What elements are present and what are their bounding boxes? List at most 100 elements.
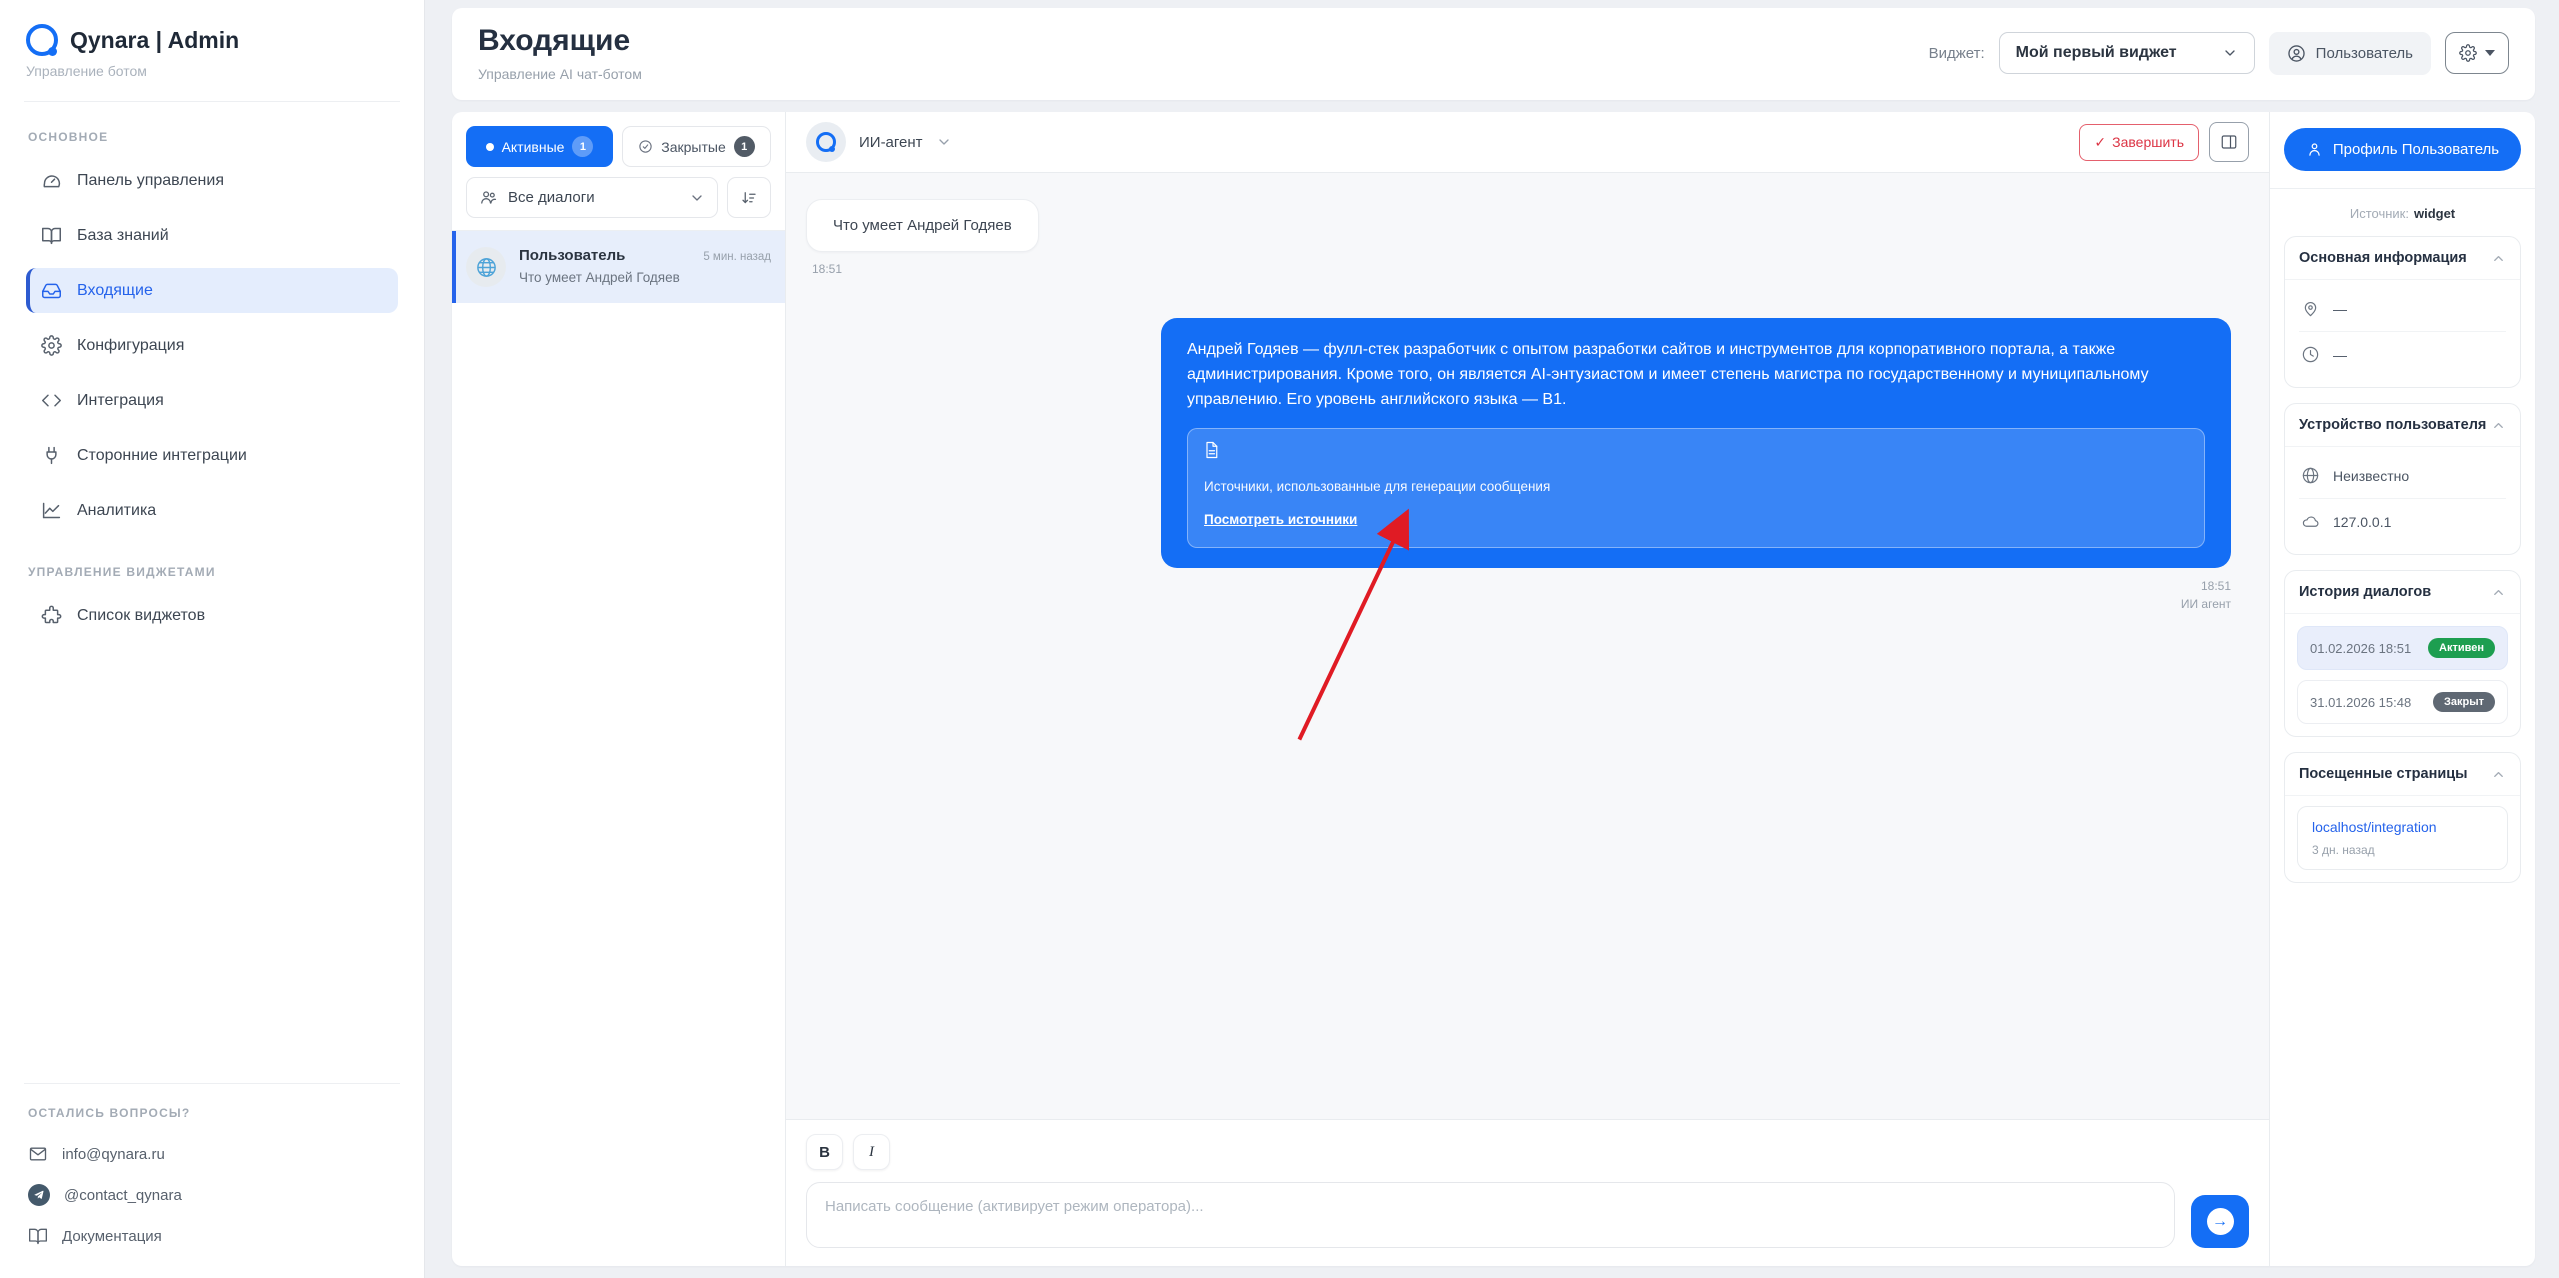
sidebar-item-knowledge-base[interactable]: База знаний: [26, 213, 398, 258]
source-value: widget: [2413, 206, 2456, 221]
sidebar-item-label: Конфигурация: [77, 336, 185, 354]
ai-message-meta: 18:51 ИИ агент: [2181, 577, 2231, 613]
page-header-left: Входящие Управление AI чат-ботом: [478, 24, 642, 82]
divider: [2270, 188, 2535, 189]
card-title: История диалогов: [2299, 584, 2432, 600]
widget-select-label: Виджет:: [1928, 44, 1985, 62]
dialog-history-card: История диалогов 01.02.2026 18:51 Активе…: [2284, 570, 2521, 737]
page-header: Входящие Управление AI чат-ботом Виджет:…: [452, 8, 2535, 100]
chevron-up-icon[interactable]: [2491, 418, 2506, 433]
history-entry[interactable]: 31.01.2026 15:48 Закрыт: [2297, 680, 2508, 724]
send-button[interactable]: →: [2191, 1195, 2249, 1248]
chat-messages-area: Что умеет Андрей Годяев 18:51 Андрей Год…: [786, 173, 2269, 1119]
chevron-up-icon[interactable]: [2491, 251, 2506, 266]
conversation-preview: Что умеет Андрей Годяев: [519, 270, 680, 285]
sort-button[interactable]: [727, 177, 771, 218]
chevron-up-icon[interactable]: [2491, 585, 2506, 600]
sidebar: Qynara | Admin Управление ботом ОСНОВНОЕ…: [0, 0, 425, 1278]
cloud-icon: [2302, 516, 2319, 527]
check-icon: ✓: [2094, 133, 2107, 150]
conversation-list-item[interactable]: Пользователь 5 мин. назад Что умеет Андр…: [452, 231, 785, 303]
inbox-icon: [42, 283, 61, 299]
footer-item-email[interactable]: info@qynara.ru: [26, 1134, 398, 1174]
composer-input-row: →: [806, 1182, 2249, 1248]
visited-page-time: 3 дн. назад: [2312, 843, 2375, 857]
qynara-logo-icon: [816, 132, 836, 152]
sidebar-item-dashboard[interactable]: Панель управления: [26, 158, 398, 203]
count-badge: 1: [572, 136, 594, 157]
telegram-icon: [28, 1184, 50, 1206]
sidebar-section-widgets: УПРАВЛЕНИЕ ВИДЖЕТАМИ: [28, 565, 216, 579]
sidebar-footer: ОСТАЛИСЬ ВОПРОСЫ? info@qynara.ru @contac…: [24, 1061, 400, 1256]
message-input[interactable]: [806, 1182, 2175, 1248]
sources-label: Источники, использованные для генерации …: [1204, 479, 1551, 495]
tab-label: Активные: [501, 138, 565, 155]
person-icon: [2309, 143, 2320, 156]
source-label: Источник:: [2349, 206, 2409, 221]
message-composer: B I →: [786, 1119, 2269, 1266]
book-open-icon: [42, 227, 61, 245]
sidebar-item-third-party-integrations[interactable]: Сторонние интеграции: [26, 433, 398, 478]
agent-selector[interactable]: ИИ-агент: [806, 122, 952, 162]
time-value: —: [2333, 346, 2347, 363]
view-sources-link[interactable]: Посмотреть источники: [1204, 512, 1357, 527]
card-title: Посещенные страницы: [2299, 766, 2468, 782]
conversation-time: 5 мин. назад: [703, 251, 771, 263]
code-icon: [42, 394, 61, 407]
tab-closed-conversations[interactable]: Закрытые 1: [622, 126, 771, 167]
divider: [24, 101, 400, 102]
user-profile-panel: Профиль Пользователь Источник: widget Осн…: [2269, 112, 2535, 1266]
footer-item-telegram[interactable]: @contact_qynara: [26, 1174, 398, 1216]
page-subtitle: Управление AI чат-ботом: [478, 66, 642, 82]
sidebar-item-label: Входящие: [77, 281, 153, 299]
page-title: Входящие: [478, 24, 631, 57]
sidebar-item-label: Список виджетов: [77, 606, 206, 624]
user-message-bubble: Что умеет Андрей Годяев: [806, 199, 1039, 252]
conversation-item-body: Пользователь 5 мин. назад Что умеет Андр…: [519, 247, 771, 287]
sidebar-item-label: Сторонние интеграции: [77, 446, 247, 464]
sidebar-item-inbox[interactable]: Входящие: [26, 268, 398, 313]
visited-page-item[interactable]: localhost/integration 3 дн. назад: [2297, 806, 2508, 870]
browser-row: Неизвестно: [2299, 453, 2506, 498]
profile-user-button[interactable]: Профиль Пользователь: [2284, 128, 2521, 171]
history-date: 01.02.2026 18:51: [2310, 640, 2412, 656]
chat-panel: ИИ-агент ✓ Завершить Что умеет Андрей Го…: [786, 112, 2269, 1266]
history-entry[interactable]: 01.02.2026 18:51 Активен: [2297, 626, 2508, 670]
footer-item-documentation[interactable]: Документация: [26, 1216, 398, 1256]
footer-item-label: info@qynara.ru: [62, 1145, 165, 1163]
ip-row: 127.0.0.1: [2299, 498, 2506, 544]
card-title: Основная информация: [2299, 250, 2467, 266]
visited-pages-card: Посещенные страницы localhost/integratio…: [2284, 752, 2521, 883]
visited-page-link[interactable]: localhost/integration: [2312, 819, 2493, 835]
tab-active-conversations[interactable]: Активные 1: [466, 126, 613, 167]
plug-icon: [46, 446, 57, 465]
page-header-right: Виджет: Мой первый виджет Пользователь: [1928, 31, 2509, 75]
location-value: —: [2333, 300, 2347, 317]
toggle-side-panel-button[interactable]: [2209, 122, 2249, 162]
status-badge-closed: Закрыт: [2432, 692, 2495, 712]
settings-menu-button[interactable]: [2445, 32, 2509, 74]
brand-subtitle: Управление ботом: [26, 63, 147, 79]
agent-name: ИИ-агент: [859, 133, 923, 151]
divider: [24, 1083, 400, 1084]
user-menu-button[interactable]: Пользователь: [2268, 31, 2431, 75]
sidebar-item-configuration[interactable]: Конфигурация: [26, 323, 398, 368]
dialog-filter-select[interactable]: Все диалоги: [466, 177, 718, 218]
italic-button[interactable]: I: [853, 1134, 890, 1170]
globe-avatar: [466, 247, 506, 287]
globe-icon: [2302, 467, 2319, 484]
finish-conversation-button[interactable]: ✓ Завершить: [2079, 123, 2199, 161]
sidebar-item-widget-list[interactable]: Список виджетов: [26, 593, 398, 638]
sidebar-item-analytics[interactable]: Аналитика: [26, 488, 398, 533]
bold-button[interactable]: B: [806, 1134, 843, 1170]
sidebar-item-label: Интеграция: [77, 391, 164, 409]
widget-select[interactable]: Мой первый виджет: [1998, 32, 2255, 74]
sidebar-item-integration[interactable]: Интеграция: [26, 378, 398, 423]
source-line: Источник: widget: [2284, 206, 2521, 221]
ip-value: 127.0.0.1: [2333, 513, 2392, 530]
conversation-filter-row: Все диалоги: [452, 167, 785, 230]
annotation-red-arrow-icon: [1297, 508, 1410, 741]
chevron-up-icon[interactable]: [2491, 767, 2506, 782]
user-device-card: Устройство пользователя Неизвестно 127.0…: [2284, 403, 2521, 555]
brand: Qynara | Admin: [26, 24, 398, 56]
